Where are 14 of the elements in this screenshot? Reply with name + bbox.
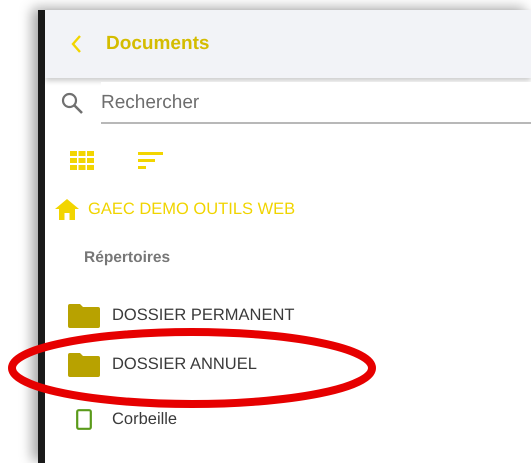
search-field[interactable]: Rechercher bbox=[101, 82, 531, 124]
grid-view-icon[interactable] bbox=[70, 151, 94, 171]
search-icon bbox=[60, 91, 84, 115]
list-item[interactable]: DOSSIER ANNUEL bbox=[112, 355, 257, 374]
page-title: Documents bbox=[106, 33, 210, 55]
trash-icon bbox=[76, 409, 92, 430]
home-icon[interactable] bbox=[55, 198, 79, 220]
folder-icon bbox=[68, 352, 100, 376]
sort-icon[interactable] bbox=[138, 152, 163, 170]
list-item[interactable]: Corbeille bbox=[112, 410, 178, 429]
list-item[interactable]: DOSSIER PERMANENT bbox=[112, 306, 294, 325]
back-icon[interactable] bbox=[70, 34, 82, 54]
folder-icon bbox=[68, 304, 100, 328]
section-heading: Répertoires bbox=[83, 248, 172, 267]
